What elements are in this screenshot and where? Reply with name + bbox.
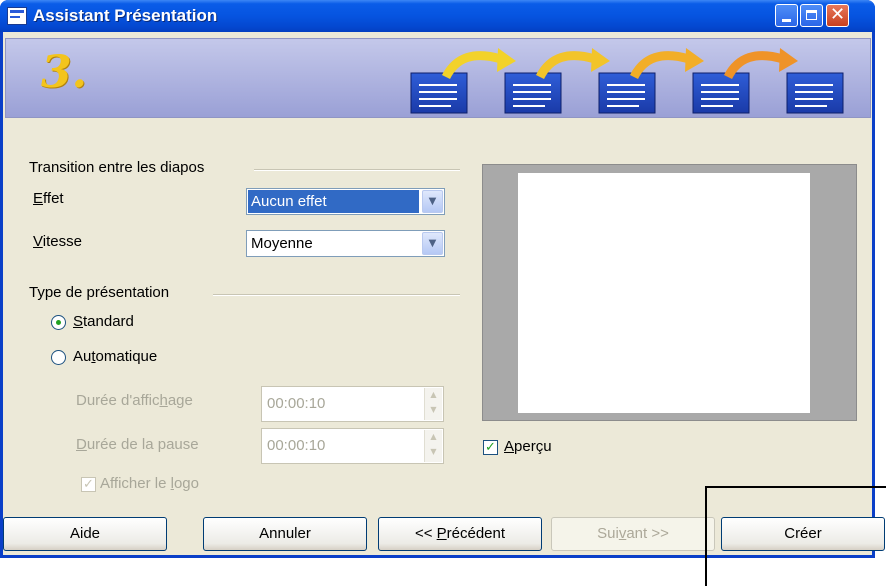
minimize-icon [782, 19, 791, 22]
pause-duration-spinbox[interactable]: 00:00:10 ▲ ▼ [261, 428, 444, 464]
preview-checkbox[interactable]: ✓ [483, 440, 498, 455]
wizard-steps-graphic [410, 48, 844, 114]
title-bar[interactable]: Assistant Présentation ✕ [0, 0, 875, 32]
maximize-button[interactable] [800, 4, 823, 27]
app-icon [7, 7, 27, 25]
minimize-button[interactable] [775, 4, 798, 27]
close-icon: ✕ [830, 4, 846, 25]
automatic-radio[interactable] [51, 350, 66, 365]
step-5-doc-icon [786, 72, 844, 114]
next-button[interactable]: Suivant >> [551, 517, 715, 551]
highlight-outline [705, 486, 886, 586]
pause-duration-stepper[interactable]: ▲ ▼ [424, 430, 442, 462]
wizard-banner: 3. [5, 38, 871, 118]
speed-select[interactable]: Moyenne ▼ [246, 230, 445, 257]
effect-select[interactable]: Aucun effet ▼ [246, 188, 445, 215]
window-title: Assistant Présentation [33, 6, 218, 25]
chevron-down-icon[interactable]: ▼ [422, 232, 443, 255]
show-logo-label[interactable]: Afficher le logo [100, 475, 199, 492]
transition-section-title: Transition entre les diapos [29, 159, 205, 176]
step-3-doc-icon [598, 72, 656, 114]
step-4-doc-icon [692, 72, 750, 114]
pause-duration-value: 00:00:10 [267, 437, 326, 454]
spin-down-icon[interactable]: ▼ [425, 447, 442, 456]
radio-selected-dot [56, 320, 61, 325]
slide-preview-page [518, 173, 810, 413]
standard-label[interactable]: Standard [73, 313, 134, 330]
transition-section-divider [254, 169, 460, 171]
spin-up-icon[interactable]: ▲ [425, 390, 442, 399]
show-logo-checkbox[interactable]: ✓ [81, 477, 96, 492]
speed-value: Moyenne [251, 235, 313, 252]
dialog-body: 3. Transition entre les diapos Effet Auc… [3, 32, 885, 555]
maximize-icon [806, 10, 817, 20]
display-duration-label: Durée d'affichage [76, 392, 193, 409]
display-duration-stepper[interactable]: ▲ ▼ [424, 388, 442, 420]
close-button[interactable]: ✕ [826, 4, 849, 27]
standard-radio[interactable] [51, 315, 66, 330]
dialog-window: Assistant Présentation ✕ 3. Transition e… [0, 0, 885, 558]
display-duration-value: 00:00:10 [267, 395, 326, 412]
step-1-doc-icon [410, 72, 468, 114]
slide-preview [482, 164, 857, 421]
previous-button[interactable]: << Précédent [378, 517, 542, 551]
presentation-type-section-divider [213, 294, 460, 296]
display-duration-spinbox[interactable]: 00:00:10 ▲ ▼ [261, 386, 444, 422]
effect-value: Aucun effet [248, 190, 419, 213]
effect-label: Effet [33, 190, 64, 207]
cancel-button[interactable]: Annuler [203, 517, 367, 551]
spin-up-icon[interactable]: ▲ [425, 432, 442, 441]
help-button[interactable]: Aide [3, 517, 167, 551]
spin-down-icon[interactable]: ▼ [425, 405, 442, 414]
step-2-doc-icon [504, 72, 562, 114]
chevron-down-icon[interactable]: ▼ [422, 190, 443, 213]
automatic-label[interactable]: Automatique [73, 348, 157, 365]
speed-label: Vitesse [33, 233, 82, 250]
pause-duration-label: Durée de la pause [76, 436, 199, 453]
presentation-type-section-title: Type de présentation [29, 284, 170, 301]
preview-label[interactable]: Aperçu [504, 438, 552, 455]
